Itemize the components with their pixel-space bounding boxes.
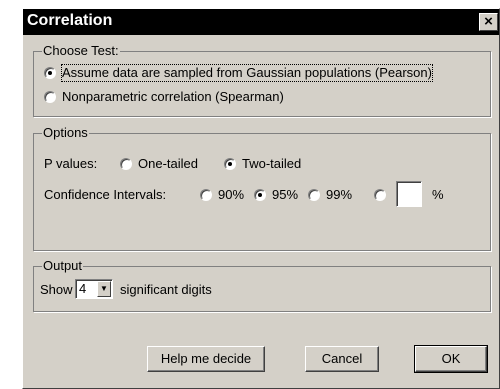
options-legend: Options [42, 125, 89, 141]
pearson-label[interactable]: Assume data are sampled from Gaussian po… [61, 64, 433, 82]
cancel-button[interactable]: Cancel [305, 346, 379, 372]
ci-custom-percent: % [432, 187, 444, 202]
ok-button[interactable]: OK [414, 345, 488, 373]
ci-95-radio-dot [258, 193, 262, 197]
confidence-intervals-label: Confidence Intervals: [44, 187, 167, 202]
two-tailed-label[interactable]: Two-tailed [242, 156, 301, 172]
two-tailed-radio[interactable] [224, 158, 236, 170]
spearman-radio[interactable] [44, 91, 56, 103]
ci-95-radio[interactable] [254, 189, 266, 201]
output-legend: Output [42, 258, 84, 274]
ci-95-label[interactable]: 95% [272, 187, 298, 203]
one-tailed-radio[interactable] [120, 158, 132, 170]
ci-99-radio[interactable] [308, 189, 320, 201]
significant-digits-label: significant digits [120, 282, 212, 297]
ci-90-radio[interactable] [200, 189, 212, 201]
ci-90-label[interactable]: 90% [218, 187, 244, 203]
two-tailed-radio-dot [228, 162, 232, 166]
close-icon: × [484, 13, 493, 30]
chevron-down-icon[interactable]: ▼ [97, 281, 111, 297]
digits-value: 4 [79, 281, 87, 296]
help-me-decide-button[interactable]: Help me decide [147, 346, 265, 372]
digits-dropdown[interactable]: 4 ▼ [75, 279, 113, 299]
choose-test-group: Choose Test: Assume data are sampled fro… [33, 43, 491, 117]
pearson-radio[interactable] [44, 67, 56, 79]
ci-custom-input[interactable] [396, 181, 422, 207]
pearson-radio-dot [48, 71, 52, 75]
title-bar: Correlation × [23, 9, 499, 35]
ci-99-label[interactable]: 99% [326, 187, 352, 203]
show-label: Show [40, 282, 73, 297]
close-button[interactable]: × [479, 13, 498, 31]
correlation-dialog: Correlation × Choose Test: Assume data a… [22, 8, 500, 389]
p-values-label: P values: [44, 156, 98, 171]
output-group: Output Show 4 ▼ significant digits [33, 258, 491, 312]
dialog-title: Correlation [27, 12, 113, 29]
spearman-label[interactable]: Nonparametric correlation (Spearman) [62, 89, 284, 105]
one-tailed-label[interactable]: One-tailed [138, 156, 198, 172]
options-group: Options P values: One-tailed Two-tailed … [33, 125, 491, 251]
ci-custom-radio[interactable] [374, 189, 386, 201]
choose-test-legend: Choose Test: [42, 43, 120, 59]
